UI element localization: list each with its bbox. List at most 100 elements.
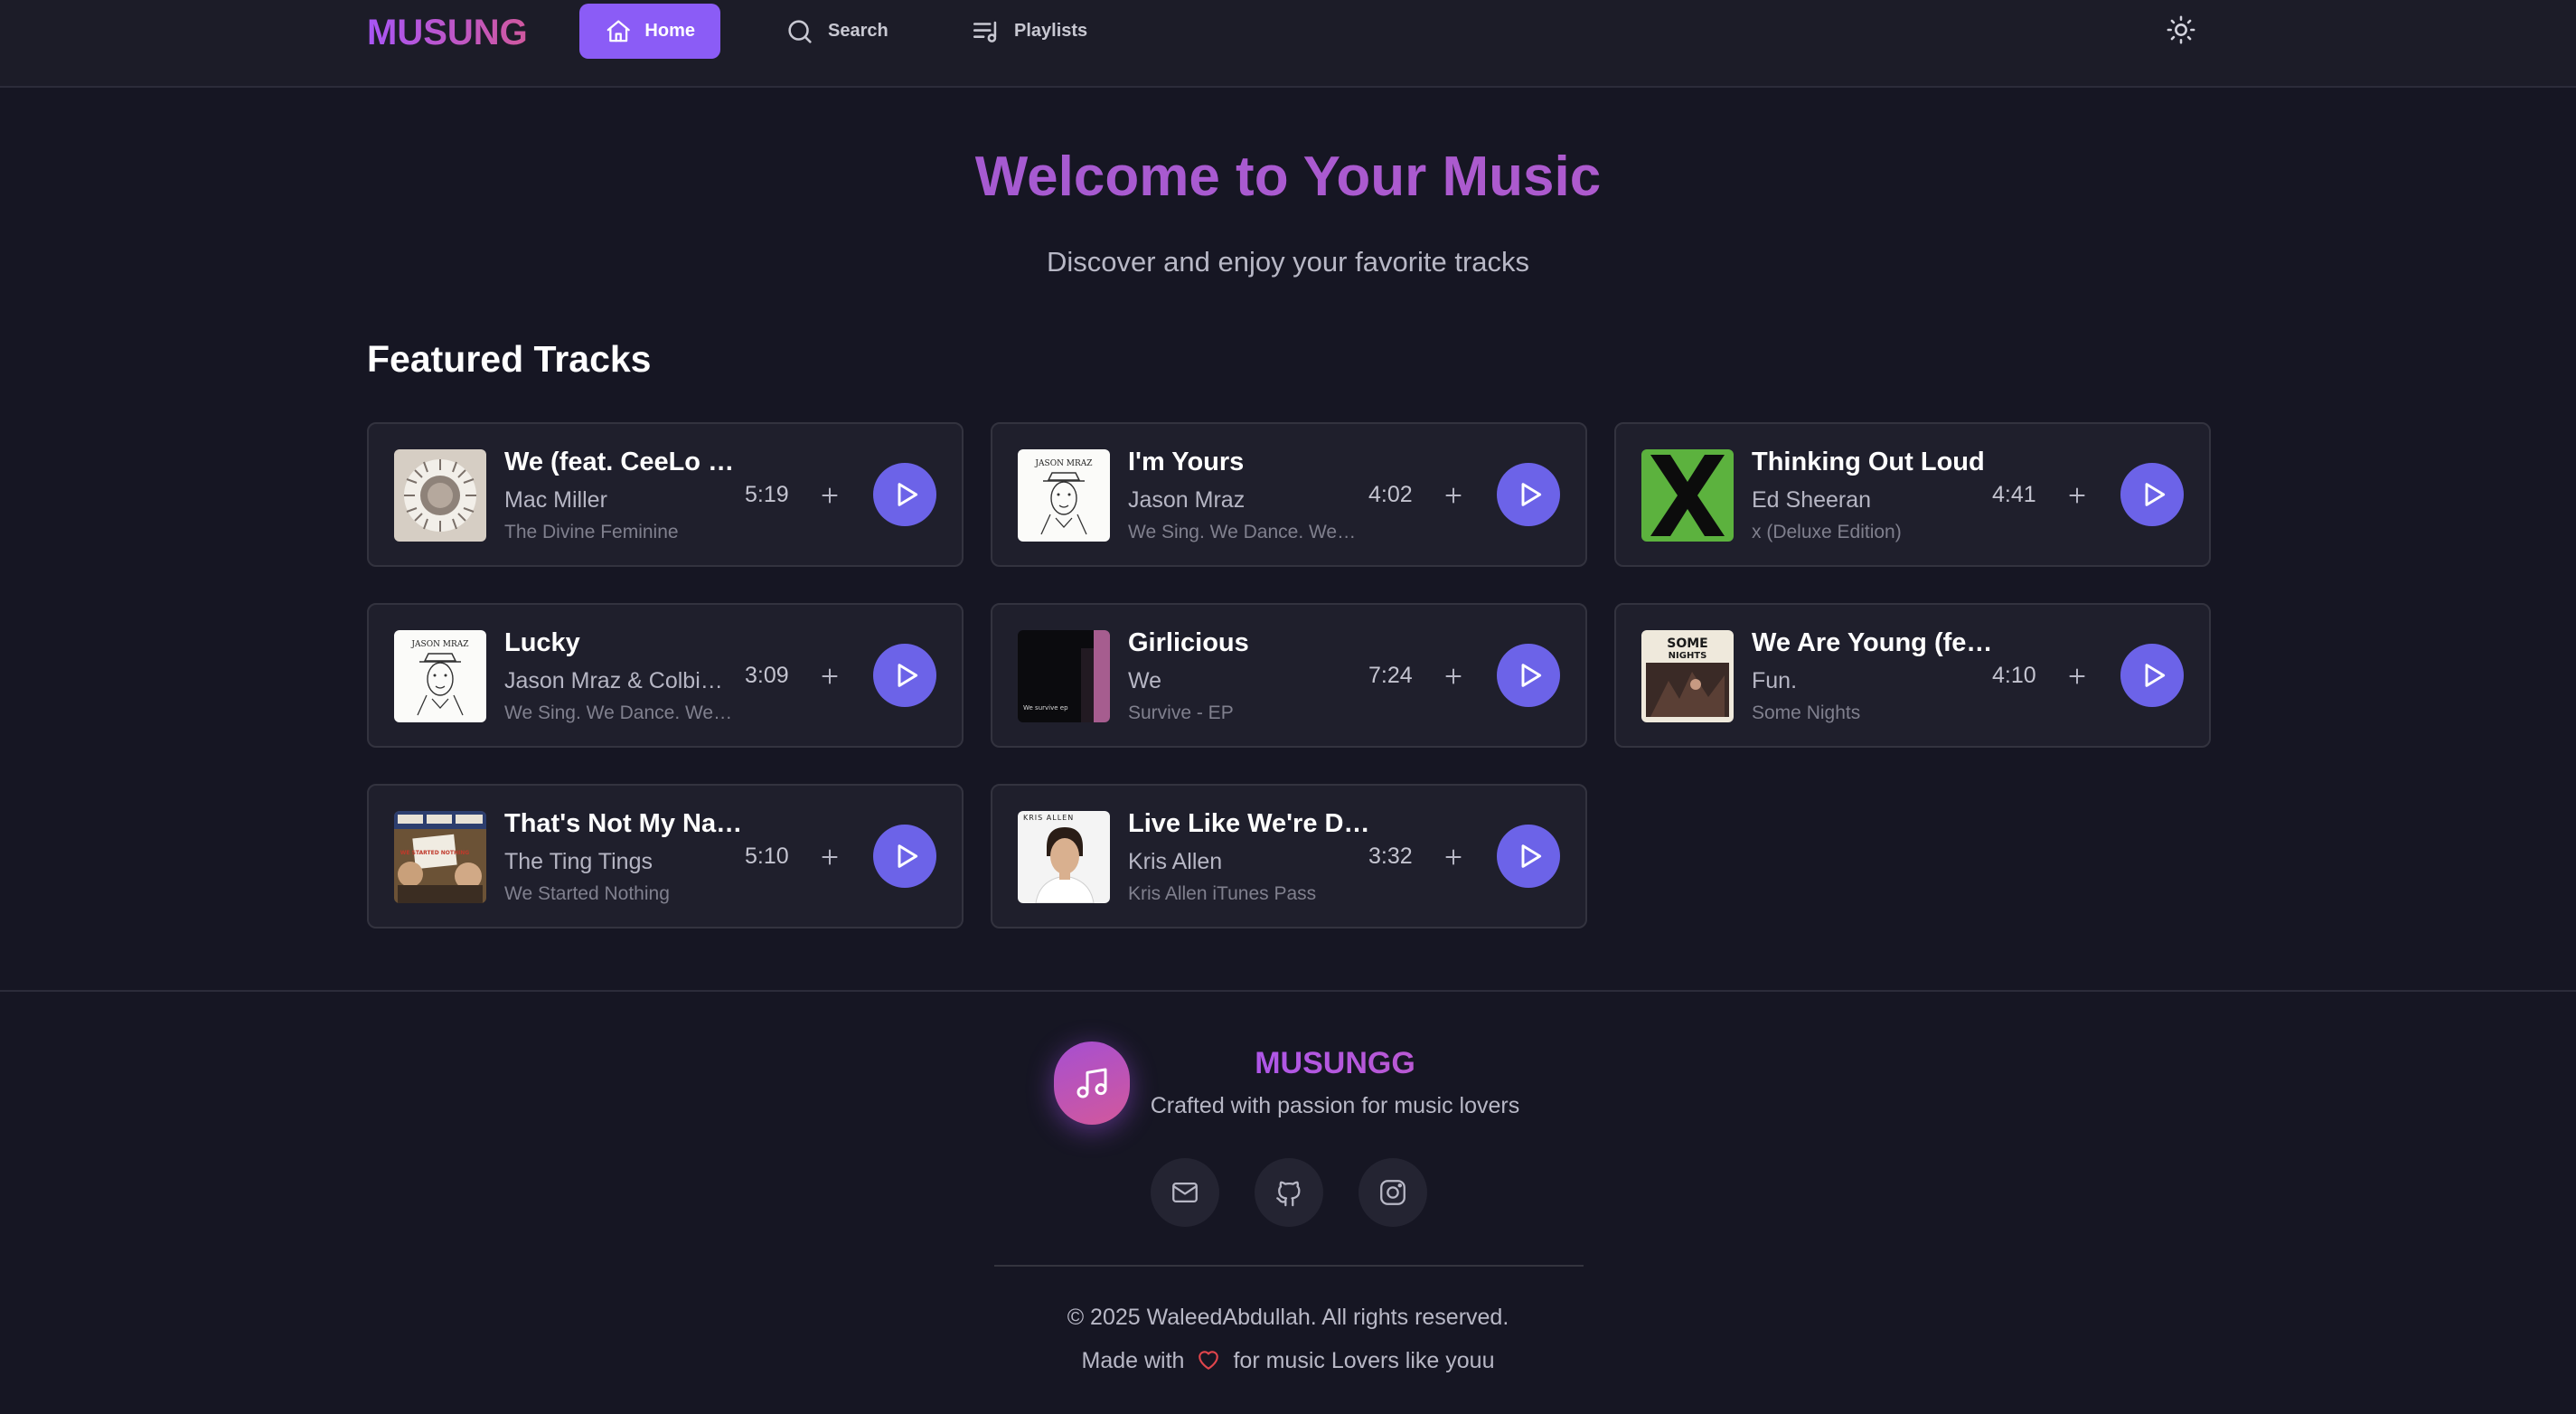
album-cover: SOME NIGHTS: [1641, 630, 1734, 722]
track-title: That's Not My Name: [504, 809, 748, 838]
svg-text:We survive ep: We survive ep: [1023, 704, 1068, 712]
sun-icon[interactable]: [2166, 14, 2196, 45]
add-icon[interactable]: [2065, 484, 2089, 507]
play-icon: [898, 844, 918, 868]
play-icon: [898, 483, 918, 506]
svg-text:WE STARTED NOTHING: WE STARTED NOTHING: [400, 850, 469, 856]
track-artist: Mac Miller: [504, 487, 607, 513]
track-card[interactable]: Thinking Out Loud Ed Sheeran x (Deluxe E…: [1614, 422, 2211, 567]
svg-text:NIGHTS: NIGHTS: [1669, 651, 1707, 661]
track-artist: We: [1128, 668, 1162, 693]
album-cover: JASON MRAZ: [394, 630, 486, 722]
play-button[interactable]: [873, 463, 936, 526]
add-icon[interactable]: [1442, 484, 1465, 507]
track-duration: 4:41: [1992, 482, 2036, 507]
github-icon: [1276, 1181, 1301, 1207]
album-cover: We survive ep: [1018, 630, 1110, 722]
nav-home[interactable]: Home: [579, 4, 720, 59]
track-title: We Are Young (feat. Janelle Monáe): [1752, 628, 1996, 657]
copyright: © 2025 WaleedAbdullah. All rights reserv…: [1067, 1305, 1509, 1330]
track-album: Some Nights: [1752, 702, 1861, 723]
play-button[interactable]: [2120, 463, 2184, 526]
home-icon: [606, 19, 630, 42]
mail-button[interactable]: [1151, 1158, 1219, 1227]
track-artist: Ed Sheeran: [1752, 487, 1872, 513]
play-button[interactable]: [873, 644, 936, 707]
album-cover: [394, 449, 486, 542]
track-card[interactable]: SOME NIGHTS We Are Young (feat. Janelle …: [1614, 603, 2211, 748]
instagram-icon: [1380, 1180, 1406, 1205]
track-card[interactable]: WE STARTED NOTHING That's Not My Name Th…: [367, 784, 964, 929]
footer-tagline: Crafted with passion for music lovers: [1150, 1093, 1520, 1118]
heart-icon: [1199, 1351, 1219, 1370]
playlist-icon: [973, 21, 997, 42]
play-icon: [1521, 664, 1542, 687]
track-card[interactable]: JASON MRAZ Lucky Jason Mraz & Colbie Cai…: [367, 603, 964, 748]
track-title: We (feat. CeeLo Green): [504, 448, 748, 476]
track-title: I'm Yours: [1128, 448, 1245, 476]
track-album: The Divine Feminine: [504, 522, 679, 542]
track-grid: We (feat. CeeLo Green) Mac Miller The Di…: [367, 422, 2212, 929]
instagram-button[interactable]: [1359, 1158, 1427, 1227]
add-icon[interactable]: [1442, 845, 1465, 869]
track-card[interactable]: KRIS ALLEN Live Like We're Dying Kris Al…: [991, 784, 1587, 929]
music-note-icon: [1076, 1068, 1107, 1098]
track-artist: The Ting Tings: [504, 849, 653, 874]
track-duration: 3:32: [1368, 844, 1413, 869]
search-icon: [788, 19, 812, 43]
track-card[interactable]: We survive ep Girlicious We Survive - EP…: [991, 603, 1587, 748]
play-icon: [1521, 483, 1542, 506]
nav-search[interactable]: Search: [759, 4, 914, 59]
track-artist: Kris Allen: [1128, 849, 1223, 874]
play-button[interactable]: [1497, 825, 1560, 888]
track-artist: Jason Mraz & Colbie Caillat: [504, 668, 735, 693]
footer-divider: [994, 1265, 1584, 1267]
track-artist: Jason Mraz: [1128, 487, 1246, 513]
play-icon: [1521, 844, 1542, 868]
nav-search-label: Search: [828, 21, 888, 41]
play-button[interactable]: [2120, 644, 2184, 707]
add-icon[interactable]: [1442, 665, 1465, 688]
track-artist: Fun.: [1752, 668, 1798, 693]
album-cover: WE STARTED NOTHING: [394, 811, 486, 903]
track-album: We Sing. We Dance. We Steal Things.: [1128, 522, 1359, 542]
play-button[interactable]: [873, 825, 936, 888]
svg-text:JASON MRAZ: JASON MRAZ: [1034, 459, 1092, 468]
track-album: x (Deluxe Edition): [1752, 522, 1902, 542]
track-title: Live Like We're Dying: [1128, 809, 1372, 838]
github-button[interactable]: [1255, 1158, 1323, 1227]
track-duration: 4:02: [1368, 482, 1413, 507]
play-icon: [2145, 483, 2166, 506]
play-button[interactable]: [1497, 644, 1560, 707]
hero-title: Welcome to Your Music: [0, 145, 2576, 209]
nav-home-label: Home: [644, 21, 695, 41]
play-icon: [2145, 664, 2166, 687]
track-album: We Started Nothing: [504, 883, 670, 904]
nav-playlists[interactable]: Playlists: [945, 4, 1113, 59]
made-with: Made with for music Lovers like youu: [0, 1348, 2576, 1374]
track-duration: 7:24: [1368, 663, 1413, 688]
track-album: Survive - EP: [1128, 702, 1234, 723]
add-icon[interactable]: [818, 484, 841, 507]
track-duration: 5:10: [745, 844, 789, 869]
track-title: Thinking Out Loud: [1752, 448, 1985, 476]
track-card[interactable]: We (feat. CeeLo Green) Mac Miller The Di…: [367, 422, 964, 567]
track-duration: 4:10: [1992, 663, 2036, 688]
track-card[interactable]: JASON MRAZ I'm Yours Jason Mraz We Sing.…: [991, 422, 1587, 567]
footer-logo: [1054, 1042, 1130, 1125]
play-button[interactable]: [1497, 463, 1560, 526]
made-with-suffix: for music Lovers like youu: [1233, 1348, 1495, 1373]
play-icon: [898, 664, 918, 687]
track-duration: 5:19: [745, 482, 789, 507]
app-logo[interactable]: MUSUNG: [367, 13, 528, 53]
svg-text:KRIS ALLEN: KRIS ALLEN: [1023, 814, 1074, 822]
add-icon[interactable]: [818, 845, 841, 869]
album-cover: KRIS ALLEN: [1018, 811, 1110, 903]
footer-brand: MUSUNGG: [1147, 1046, 1523, 1081]
add-icon[interactable]: [2065, 665, 2089, 688]
section-title: Featured Tracks: [367, 338, 652, 380]
made-with-prefix: Made with: [1081, 1348, 1185, 1373]
track-title: Girlicious: [1128, 628, 1249, 657]
nav-playlists-label: Playlists: [1014, 21, 1088, 41]
add-icon[interactable]: [818, 665, 841, 688]
